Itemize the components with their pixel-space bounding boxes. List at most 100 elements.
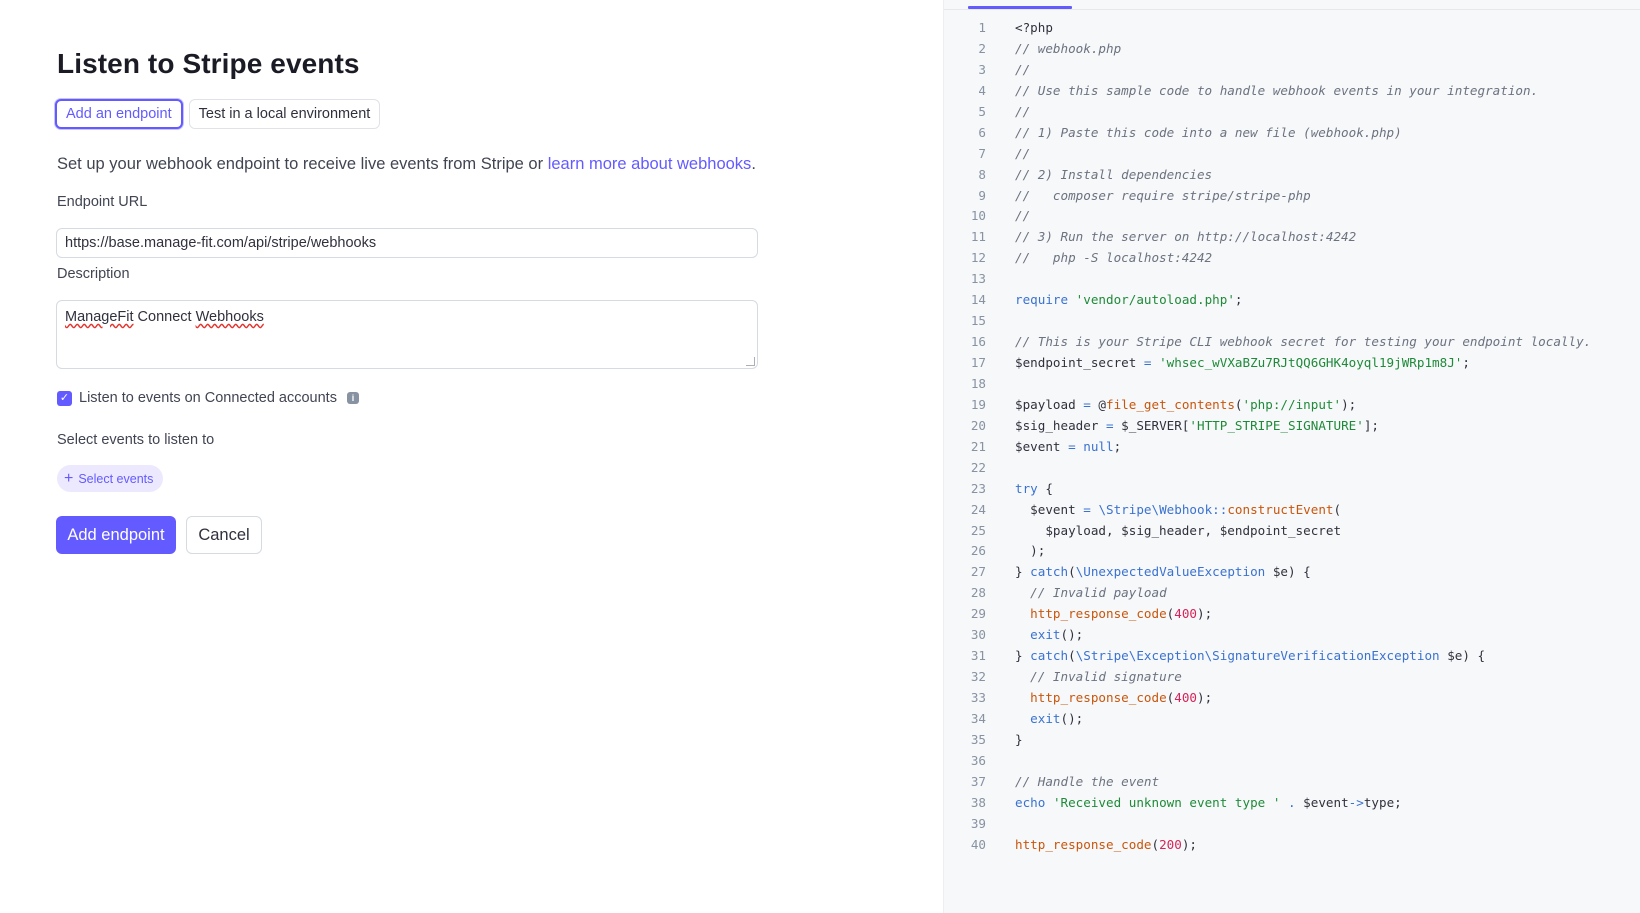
code-line: 12 // php -S localhost:4242 [944,248,1640,269]
code-line: 14 require 'vendor/autoload.php'; [944,290,1640,311]
line-number: 11 [970,229,986,245]
code-line: 30 exit(); [944,625,1640,646]
connected-accounts-row: ✓ Listen to events on Connected accounts… [57,390,359,406]
select-events-button[interactable]: + Select events [57,465,164,492]
line-number: 40 [970,836,986,852]
code-line: 19 $payload = @file_get_contents('php://i… [944,395,1640,416]
intro-text-end: . [751,155,756,173]
code-sample-panel: 1 <?php 2 // webhook.php 3 // 4 // Use this sam… [943,0,1640,913]
code-line: 27 } catch(\UnexpectedValueException $e) … [944,562,1640,583]
code-line: 40 http_response_code(200); [944,835,1640,856]
code-text: <?php [1015,20,1053,35]
connected-accounts-checkbox[interactable]: ✓ [57,390,72,406]
line-number: 2 [978,40,986,56]
code-text: // [1015,208,1031,224]
code-line: 28 // Invalid payload [944,583,1640,604]
code-line: 13 [944,269,1640,290]
line-number: 18 [970,375,986,391]
line-number: 29 [970,606,986,622]
code-text: http_response_code(200); [1015,836,1197,852]
code-line: 3 // [944,60,1640,81]
resize-handle-icon[interactable] [746,357,755,366]
line-number: 35 [970,731,986,747]
line-number: 5 [978,103,986,119]
line-number: 31 [970,648,986,664]
page-title: Listen to Stripe events [57,48,360,79]
code-text: ); [1015,543,1046,559]
cancel-button[interactable]: Cancel [186,516,262,554]
code-line: 31 } catch(\Stripe\Exception\SignatureVer… [944,646,1640,667]
code-text: // Invalid signature [1030,669,1182,685]
code-text: require 'vendor/autoload.php'; [1015,292,1243,308]
endpoint-url-input[interactable]: https://base.manage-fit.com/api/stripe/w… [56,228,758,258]
code-text: http_response_code(400); [1030,690,1213,705]
info-icon[interactable]: i [346,392,359,404]
code-line: 15 [944,311,1640,332]
line-number: 15 [970,313,986,329]
line-number: 14 [970,292,986,308]
description-word-3: Webhooks [195,309,264,325]
code-text: $payload = @file_get_contents('php://inp… [1015,396,1357,412]
code-line: 24 $event = \Stripe\Webhook::constructEv… [944,500,1640,521]
description-textarea[interactable]: ManageFit Connect Webhooks [56,300,758,369]
code-line: 9 // composer require stripe/stripe-php [944,186,1640,207]
line-number: 22 [970,459,986,475]
line-number: 32 [970,669,986,685]
code-line: 8 // 2) Install dependencies [944,165,1640,186]
code-text: } catch(\UnexpectedValueException $e) { [1015,564,1311,580]
code-text: exit(); [1030,710,1084,726]
code-text: http_response_code(400); [1030,606,1213,622]
connected-accounts-label: Listen to events on Connected accounts [79,390,337,406]
tab-add-endpoint[interactable]: Add an endpoint [55,99,183,129]
code-text: // This is your Stripe CLI webhook secre… [1015,334,1592,350]
code-line: 26 ); [944,541,1640,562]
line-number: 13 [970,271,986,287]
line-number: 33 [970,690,986,705]
code-text: // Handle the event [1015,773,1160,789]
code-line: 32 // Invalid signature [944,667,1640,688]
code-text: // webhook.php [1015,40,1122,56]
line-number: 27 [970,564,986,580]
select-events-label: Select events to listen to [57,432,215,448]
code-line: 11 // 3) Run the server on http://localho… [944,227,1640,248]
code-header-divider [944,9,1640,10]
description-label: Description [57,266,130,282]
code-line: 17 $endpoint_secret = 'whsec_wVXaBZu7RJtQ… [944,353,1640,374]
code-line: 33 http_response_code(400); [944,688,1640,709]
line-number: 1 [978,20,986,35]
code-text: $payload, $sig_header, $endpoint_secret [1015,522,1342,538]
code-line: 20 $sig_header = $_SERVER['HTTP_STRIPE_SI… [944,416,1640,437]
line-number: 10 [970,208,986,224]
endpoint-url-label: Endpoint URL [57,194,148,210]
code-text: } catch(\Stripe\Exception\SignatureVerif… [1015,648,1486,664]
line-number: 3 [978,61,986,77]
code-text: $sig_header = $_SERVER['HTTP_STRIPE_SIGN… [1015,417,1379,433]
line-number: 19 [970,396,986,412]
code-text: // 1) Paste this code into a new file (w… [1015,124,1402,140]
line-number: 38 [970,794,986,810]
line-number: 39 [970,815,986,831]
code-line: 38 echo 'Received unknown event type ' . … [944,793,1640,814]
tab-test-local[interactable]: Test in a local environment [188,99,381,129]
code-text: echo 'Received unknown event type ' . $e… [1015,794,1402,810]
line-number: 16 [970,334,986,350]
code-block: 1 <?php 2 // webhook.php 3 // 4 // Use this sam… [944,18,1640,856]
code-line: 23 try { [944,479,1640,500]
line-number: 21 [970,438,986,454]
line-number: 9 [978,187,986,203]
select-events-button-label: Select events [78,471,154,486]
learn-more-link[interactable]: learn more about webhooks [548,155,752,173]
description-word-2: Connect [133,309,196,325]
line-number: 37 [970,773,986,789]
code-line: 16 // This is your Stripe CLI webhook sec… [944,332,1640,353]
code-line: 2 // webhook.php [944,39,1640,60]
line-number: 20 [970,417,986,433]
code-text: $event = null; [1015,438,1122,454]
line-number: 7 [978,145,986,161]
line-number: 6 [978,124,986,140]
add-endpoint-button[interactable]: Add endpoint [56,516,176,554]
code-text: // 2) Install dependencies [1015,166,1213,182]
code-line: 7 // [944,144,1640,165]
code-text: } [1015,731,1023,747]
tab-bar: Add an endpoint Test in a local environm… [55,99,381,129]
